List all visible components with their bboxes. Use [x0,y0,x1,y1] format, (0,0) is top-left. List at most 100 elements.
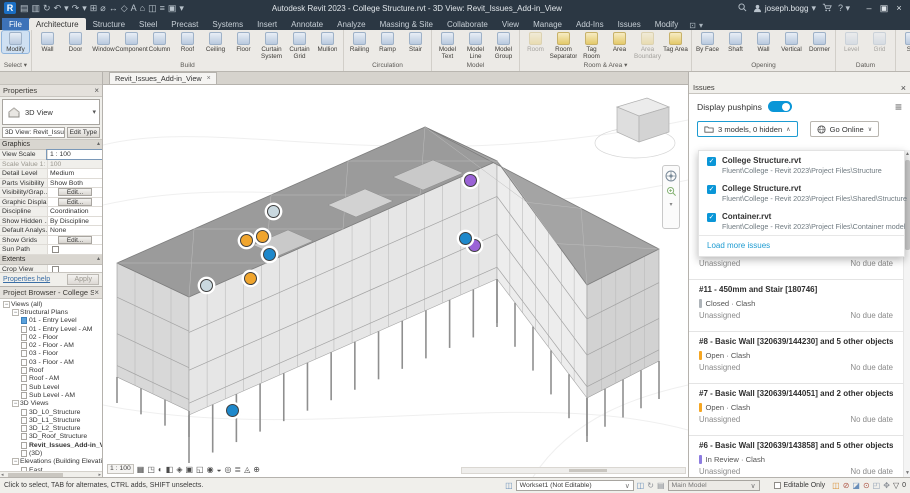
tree-item-roof[interactable]: Roof [0,366,102,374]
ribbon-button-set[interactable]: Set [898,31,910,53]
navigation-bar[interactable]: ▾ [662,165,680,229]
ribbon-button-ceiling[interactable]: Ceiling [202,31,229,53]
ribbon-tab-modify[interactable]: Modify [648,18,686,30]
model-row-college-structure-rvt[interactable]: ✓College Structure.rvtFluent\College - R… [699,151,904,179]
issue-pushpin-9[interactable] [226,404,239,417]
ribbon-tab-architecture[interactable]: Architecture [29,18,86,30]
tree-item-03-floor[interactable]: 03 - Floor [0,350,102,358]
go-online-button[interactable]: Go Online ∨ [810,121,880,137]
search-icon[interactable] [738,3,747,14]
ribbon-button-by-face[interactable]: By Face [694,31,721,53]
worksharing-display-icon[interactable]: ⊕ [253,465,260,474]
redo-dropdown-icon[interactable]: ▾ [82,2,87,14]
close-button[interactable]: × [892,3,906,14]
property-value-parts-visibility[interactable]: Show Both [47,179,102,188]
properties-help-link[interactable]: Properties help [3,276,50,283]
measure-icon[interactable]: ⌀ [100,2,105,14]
issues-menu-icon[interactable]: ≡ [895,102,902,112]
model-row-college-structure-rvt[interactable]: ✓College Structure.rvtFluent\College - R… [699,179,904,207]
edit-button-visibility-grap[interactable]: Edit... [58,188,92,196]
models-filter-button[interactable]: 3 models, 0 hidden ∧ [697,121,798,137]
tree-item-3d-views[interactable]: −3D Views [0,400,102,408]
ribbon-button-model-group[interactable]: Model Group [490,31,517,60]
issue-pushpin-3[interactable] [256,230,269,243]
help-menu[interactable]: ? ▾ [838,3,850,14]
issue-pushpin-2[interactable] [240,234,253,247]
ribbon-button-model-line[interactable]: Model Line [462,31,489,60]
aligned-dimension-icon[interactable]: ↔ [109,2,118,14]
workset-selector[interactable]: Workset1 (Not Editable)∨ [516,480,634,491]
unlocked-3d-view-icon[interactable]: ◉ [207,465,214,474]
tree-item-sub-level-am[interactable]: Sub Level - AM [0,391,102,399]
ribbon-button-railing[interactable]: Railing [346,31,373,53]
property-value-scale-value-1[interactable]: 100 [47,160,102,169]
ribbon-tab-systems[interactable]: Systems [205,18,250,30]
select-links-icon[interactable]: ⊘ [843,481,850,491]
app-menu-button[interactable]: R [4,2,16,14]
ribbon-tab-view[interactable]: View [495,18,526,30]
steering-wheel-icon[interactable] [665,170,677,182]
tree-item-roof-am[interactable]: Roof - AM [0,375,102,383]
worksharing-display-off-icon[interactable]: ◫ [832,481,840,491]
sun-path-icon[interactable]: ◐ [158,465,163,474]
select-underlay-elements-icon[interactable]: ◪ [852,481,860,491]
ribbon-button-column[interactable]: Column [146,31,173,53]
ribbon-button-area[interactable]: Area [606,31,633,53]
view-tab[interactable]: Revit_Issues_Add-in_View × [109,72,217,84]
tree-item-02-floor-am[interactable]: 02 - Floor - AM [0,341,102,349]
visual-style-icon[interactable]: ◳ [147,465,155,474]
ribbon-button-stair[interactable]: Stair [402,31,429,53]
issue-pushpin-4[interactable] [263,248,276,261]
expander-icon[interactable]: − [12,309,19,316]
ribbon-button-door[interactable]: Door [62,31,89,53]
property-value-show-hidden[interactable]: By Discipline [47,217,102,226]
active-workset-icon[interactable]: ◫ [637,481,645,491]
expander-icon[interactable]: − [12,458,19,465]
ribbon-tab-add-ins[interactable]: Add-Ins [569,18,611,30]
temporary-view-properties-icon[interactable]: ≣ [234,465,241,474]
load-more-issues-link[interactable]: Load more issues [699,235,904,256]
sync-with-central-icon[interactable]: ↻ [43,2,51,14]
ribbon-tab-collaborate[interactable]: Collaborate [440,18,495,30]
ribbon-tab-insert[interactable]: Insert [250,18,284,30]
navbar-dropdown-icon[interactable]: ▾ [669,201,672,208]
ribbon-button-dormer[interactable]: Dormer [806,31,833,53]
cycle-ribbon-icon[interactable]: ⊡ [689,21,696,30]
property-value-detail-level[interactable]: Medium [47,169,102,178]
ribbon-button-vertical[interactable]: Vertical [778,31,805,53]
filter-icon[interactable]: ▽ [893,481,899,490]
issue-pushpin-1[interactable] [267,205,280,218]
app-store-icon[interactable] [822,3,832,14]
ribbon-button-window[interactable]: Window [90,31,117,53]
issues-panel-close-icon[interactable]: × [901,83,906,93]
project-browser-close-icon[interactable]: × [94,288,99,297]
tree-item-3d-l2-structure[interactable]: 3D_L2_Structure [0,424,102,432]
property-group-graphics[interactable]: Graphics▴ [0,140,102,150]
select-elements-by-face-icon[interactable]: ◰ [873,481,881,491]
issue-pushpin-5[interactable] [244,272,257,285]
ribbon-tab-annotate[interactable]: Annotate [284,18,330,30]
temporary-hide-isolate-icon[interactable]: ◒ [217,465,222,474]
ribbon-button-mullion[interactable]: Mullion [314,31,341,53]
ribbon-tab-precast[interactable]: Precast [164,18,205,30]
issue-pushpin-0[interactable] [464,174,477,187]
ribbon-button-shaft[interactable]: Shaft [722,31,749,53]
display-pushpins-toggle[interactable] [768,101,792,112]
tree-item-3d-l1-structure[interactable]: 3D_L1_Structure [0,416,102,424]
expander-icon[interactable]: − [12,400,19,407]
customize-qat-icon[interactable]: ▾ [179,2,184,14]
edit-type-button[interactable]: Edit Type [67,127,100,138]
minimize-button[interactable]: – [862,3,876,14]
issue-card-8[interactable]: #8 - Basic Wall [320639/144230] and 5 ot… [689,332,903,384]
ribbon-tab-issues[interactable]: Issues [611,18,648,30]
issue-pushpin-8[interactable] [459,232,472,245]
worksets-dialog-icon[interactable]: ▤ [657,481,665,491]
instance-selector[interactable]: 3D View: Revit_Issues_Ad∨ [2,127,65,138]
tag-icon[interactable]: ◇ [121,2,128,14]
shadows-icon[interactable]: ◧ [166,465,174,474]
ribbon-button-room-separator[interactable]: Room Separator [550,31,577,60]
view-scale-button[interactable]: 1 : 100 [107,464,134,474]
edit-button-show-grids[interactable]: Edit... [58,236,92,244]
ribbon-tab-file[interactable]: File [2,18,29,30]
select-pinned-elements-icon[interactable]: ⊙ [863,481,870,491]
